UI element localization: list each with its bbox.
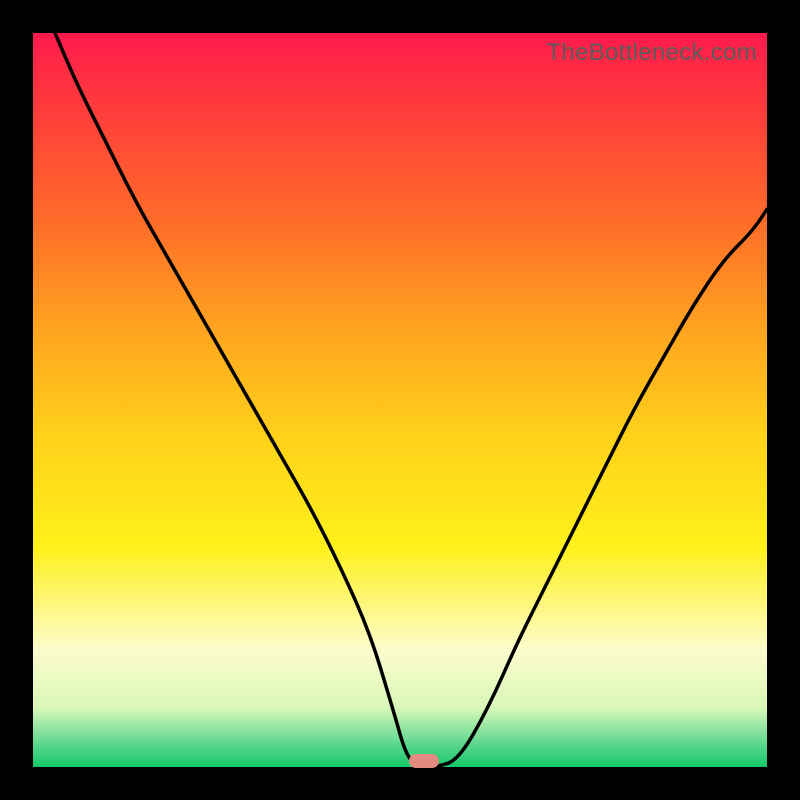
plot-area: TheBottleneck.com — [33, 33, 767, 767]
optimum-marker — [409, 754, 439, 768]
bottleneck-curve — [33, 33, 767, 767]
chart-frame: TheBottleneck.com — [0, 0, 800, 800]
curve-path — [55, 33, 767, 767]
